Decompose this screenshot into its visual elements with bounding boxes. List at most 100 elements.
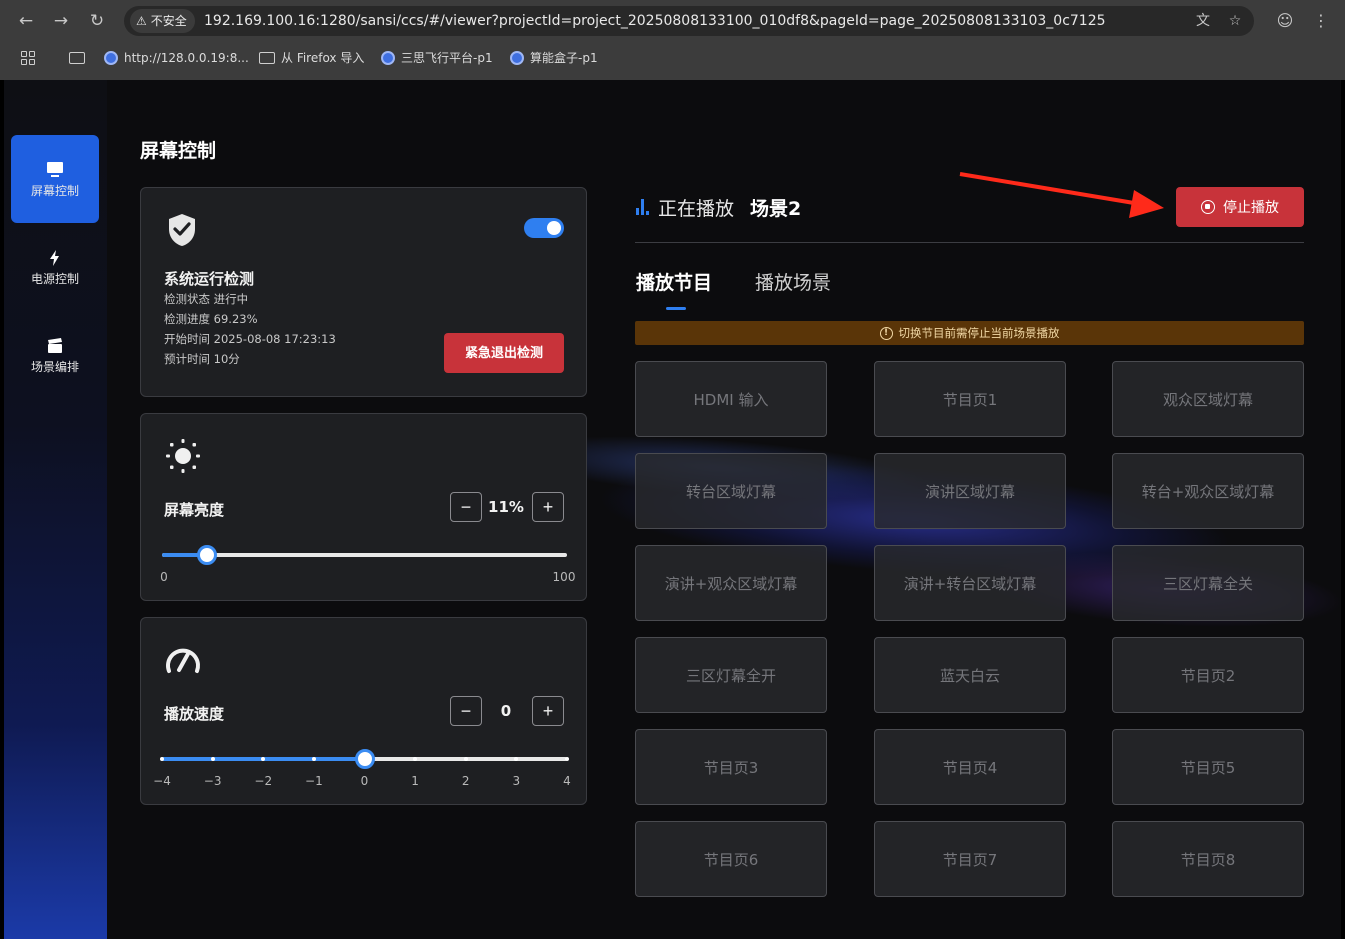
speed-tick-label: −3 [203, 774, 222, 788]
speed-tick-label: 3 [512, 774, 521, 788]
reload-icon[interactable]: ↻ [85, 9, 109, 33]
header-divider [635, 242, 1304, 243]
bookmark-item[interactable]: 算能盒子-p1 [510, 48, 598, 68]
sidebar-item-screen-control[interactable]: 屏幕控制 [11, 135, 99, 223]
star-icon[interactable]: ☆ [1225, 11, 1245, 31]
now-playing-label: 正在播放 [658, 197, 735, 220]
system-check-title: 系统运行检测 [164, 270, 255, 288]
program-button[interactable]: 节目页2 [1112, 637, 1304, 713]
speed-tick-dot [160, 757, 164, 761]
bookmarks-folder-icon[interactable] [69, 48, 85, 68]
bookmarks-bar: http://128.0.0.19:8... 从 Firefox 导入 三思飞行… [0, 42, 1345, 74]
speed-tick-dot [514, 757, 519, 761]
program-button[interactable]: 节目页5 [1112, 729, 1304, 805]
security-label: 不安全 [150, 14, 187, 28]
speed-slider-thumb[interactable] [354, 749, 375, 769]
speed-tick-label: 2 [461, 774, 470, 788]
brightness-decrease-button[interactable]: − [450, 492, 482, 522]
browser-chrome: ← → ↻ ⚠ 不安全 192.169.100.16:1280/sansi/cc… [0, 0, 1345, 80]
speed-tick-label: −2 [254, 774, 273, 788]
program-button[interactable]: 演讲+观众区域灯幕 [635, 545, 827, 621]
bar-chart-icon [636, 199, 650, 215]
bookmark-item[interactable]: 从 Firefox 导入 [259, 48, 364, 68]
forward-icon[interactable]: → [49, 9, 73, 33]
url-text[interactable]: 192.169.100.16:1280/sansi/ccs/#/viewer?p… [204, 6, 1106, 36]
speed-slider[interactable] [160, 749, 569, 769]
program-button[interactable]: 演讲+转台区域灯幕 [874, 545, 1066, 621]
speed-title: 播放速度 [164, 705, 225, 723]
translate-icon[interactable]: 文 [1193, 11, 1213, 31]
program-button[interactable]: 节目页4 [874, 729, 1066, 805]
bolt-icon [50, 250, 59, 266]
program-button[interactable]: 三区灯幕全开 [635, 637, 827, 713]
check-progress: 检测进度 69.23% [164, 312, 258, 326]
tab-play-scene[interactable]: 播放场景 [755, 268, 831, 295]
emergency-exit-button[interactable]: 紧急退出检测 [444, 333, 564, 373]
brightness-card: 屏幕亮度 − 11% + 0 100 [140, 413, 587, 601]
sidebar-item-scene-arrange[interactable]: 场景编排 [11, 311, 99, 399]
check-status: 检测状态 进行中 [164, 292, 249, 306]
program-button[interactable]: 三区灯幕全关 [1112, 545, 1304, 621]
browser-toolbar: ← → ↻ ⚠ 不安全 192.169.100.16:1280/sansi/cc… [0, 0, 1345, 42]
program-button[interactable]: HDMI 输入 [635, 361, 827, 437]
now-playing-scene: 场景2 [750, 197, 802, 220]
speed-card: 播放速度 − 0 + −4 −3 −2 −1 0 1 2 3 4 [140, 617, 587, 805]
check-estimated-time: 预计时间 10分 [164, 352, 240, 366]
speed-increase-button[interactable]: + [532, 696, 564, 726]
stop-playback-label: 停止播放 [1223, 199, 1279, 215]
speed-tick-dot [463, 757, 468, 761]
brightness-min-label: 0 [160, 570, 168, 584]
security-chip[interactable]: ⚠ 不安全 [130, 9, 195, 33]
check-start-time: 开始时间 2025-08-08 17:23:13 [164, 332, 336, 346]
speed-tick-label: 1 [411, 774, 419, 788]
program-button[interactable]: 观众区域灯幕 [1112, 361, 1304, 437]
now-playing-header: 正在播放 场景2 [636, 194, 801, 220]
sidebar-item-label: 屏幕控制 [30, 184, 79, 198]
page-title: 屏幕控制 [140, 140, 217, 162]
address-bar[interactable]: ⚠ 不安全 192.169.100.16:1280/sansi/ccs/#/vi… [124, 6, 1254, 36]
clapper-icon [48, 338, 62, 353]
program-button[interactable]: 转台区域灯幕 [635, 453, 827, 529]
speed-tick-dot [565, 757, 569, 761]
speed-tick-label: 4 [563, 774, 571, 788]
speed-tick-label: 0 [360, 774, 369, 788]
brightness-slider-thumb[interactable] [196, 545, 217, 565]
bookmark-label: 从 Firefox 导入 [281, 51, 365, 65]
active-tab-indicator [666, 307, 686, 310]
program-button[interactable]: 节目页3 [635, 729, 827, 805]
stop-playback-button[interactable]: 停止播放 [1176, 187, 1304, 227]
program-button[interactable]: 蓝天白云 [874, 637, 1066, 713]
sidebar: 屏幕控制 电源控制 场景编排 [4, 80, 107, 939]
sun-icon [166, 439, 200, 473]
speed-tick-label: −1 [305, 774, 323, 788]
back-icon[interactable]: ← [14, 9, 38, 33]
bookmark-label: 算能盒子-p1 [530, 51, 598, 65]
menu-kebab-icon[interactable]: ⋮ [1309, 9, 1333, 33]
profile-icon[interactable]: ☺ [1273, 9, 1297, 33]
stop-circle-icon [1201, 200, 1215, 214]
program-button[interactable]: 节目页1 [874, 361, 1066, 437]
speed-value: 0 [500, 702, 512, 720]
sidebar-item-power-control[interactable]: 电源控制 [11, 223, 99, 311]
system-check-card: 系统运行检测 检测状态 进行中 检测进度 69.23% 开始时间 2025-08… [140, 187, 587, 397]
brightness-increase-button[interactable]: + [532, 492, 564, 522]
bookmark-item[interactable]: http://128.0.0.19:8... [104, 48, 249, 68]
bookmark-item[interactable]: 三思飞行平台-p1 [381, 48, 493, 68]
warning-triangle-icon: ⚠ [136, 14, 147, 28]
tab-play-program[interactable]: 播放节目 [636, 268, 712, 295]
brightness-value: 11% [488, 498, 524, 516]
program-button[interactable]: 节目页7 [874, 821, 1066, 897]
program-button[interactable]: 演讲区域灯幕 [874, 453, 1066, 529]
speed-decrease-button[interactable]: − [450, 696, 482, 726]
program-button[interactable]: 转台+观众区域灯幕 [1112, 453, 1304, 529]
apps-grid-icon[interactable] [21, 48, 35, 68]
red-arrow-annotation [959, 172, 1164, 218]
speed-tick-label: −4 [153, 774, 171, 788]
program-button[interactable]: 节目页6 [635, 821, 827, 897]
shield-check-icon [169, 214, 195, 246]
program-button[interactable]: 节目页8 [1112, 821, 1304, 897]
speed-tick-dot [311, 757, 316, 761]
sidebar-item-label: 电源控制 [30, 272, 79, 286]
system-check-toggle[interactable] [524, 218, 564, 238]
brightness-slider[interactable] [162, 545, 567, 565]
